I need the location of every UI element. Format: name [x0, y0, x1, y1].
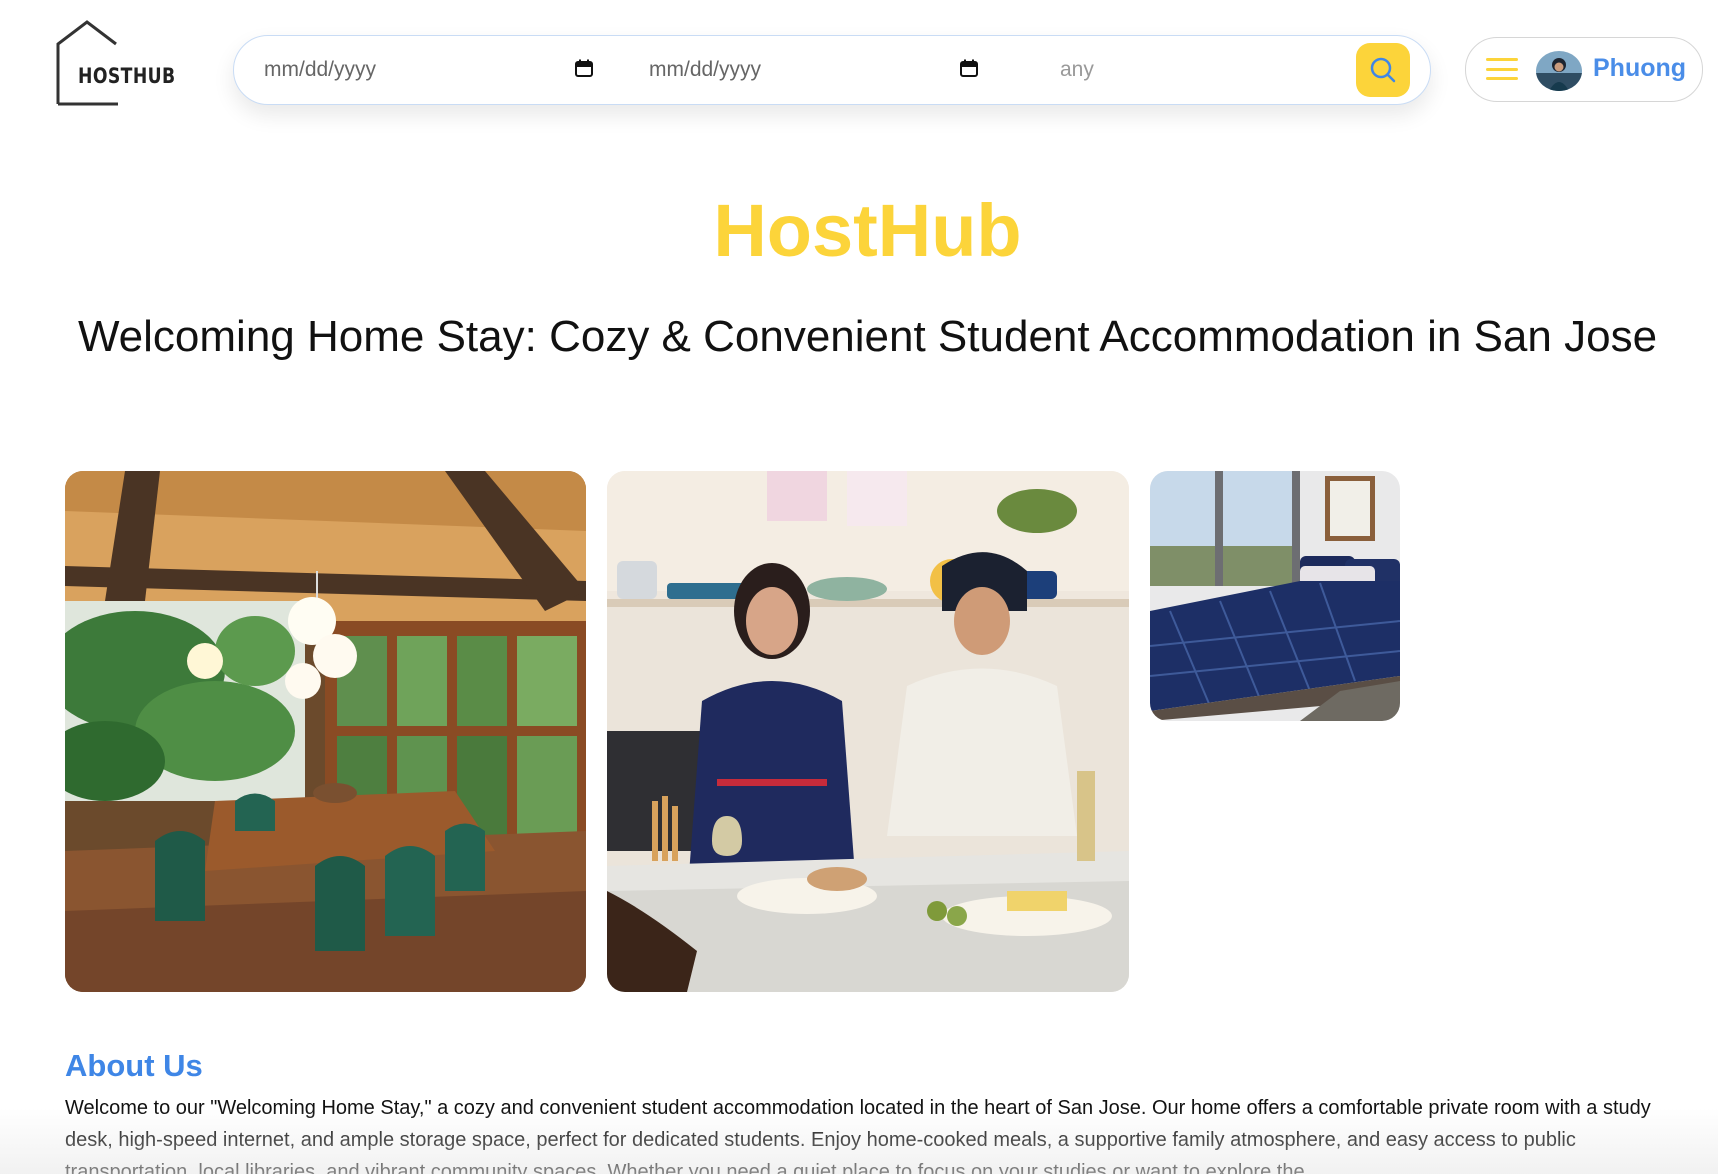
- calendar-icon[interactable]: [574, 58, 594, 78]
- check-out-date-input[interactable]: mm/dd/yyyy: [649, 36, 979, 103]
- hamburger-icon: [1486, 58, 1518, 80]
- check-out-value: mm/dd/yyyy: [649, 57, 762, 81]
- logo-text: HOSTHUB: [78, 64, 176, 88]
- check-in-value: mm/dd/yyyy: [264, 57, 377, 81]
- listing-title: Welcoming Home Stay: Cozy & Convenient S…: [77, 312, 1658, 361]
- brand-title: HostHub: [713, 189, 1022, 272]
- calendar-icon[interactable]: [959, 58, 979, 78]
- bedroom-photo[interactable]: [1150, 471, 1400, 721]
- kitchen-photo[interactable]: [607, 471, 1129, 992]
- user-menu-button[interactable]: Phuong: [1465, 37, 1703, 102]
- hosthub-logo[interactable]: HOSTHUB: [56, 20, 175, 108]
- search-button[interactable]: [1356, 43, 1410, 97]
- about-text: Welcome to our "Welcoming Home Stay," a …: [65, 1097, 1651, 1174]
- avatar: [1536, 51, 1582, 91]
- dining-room-photo[interactable]: [65, 471, 586, 992]
- search-bar: mm/dd/yyyy mm/dd/yyyy any: [233, 35, 1431, 105]
- about-heading: About Us: [65, 1048, 203, 1083]
- guests-input[interactable]: any: [1060, 36, 1094, 103]
- search-icon: [1370, 57, 1396, 83]
- check-in-date-input[interactable]: mm/dd/yyyy: [264, 36, 594, 103]
- user-name: Phuong: [1593, 54, 1687, 82]
